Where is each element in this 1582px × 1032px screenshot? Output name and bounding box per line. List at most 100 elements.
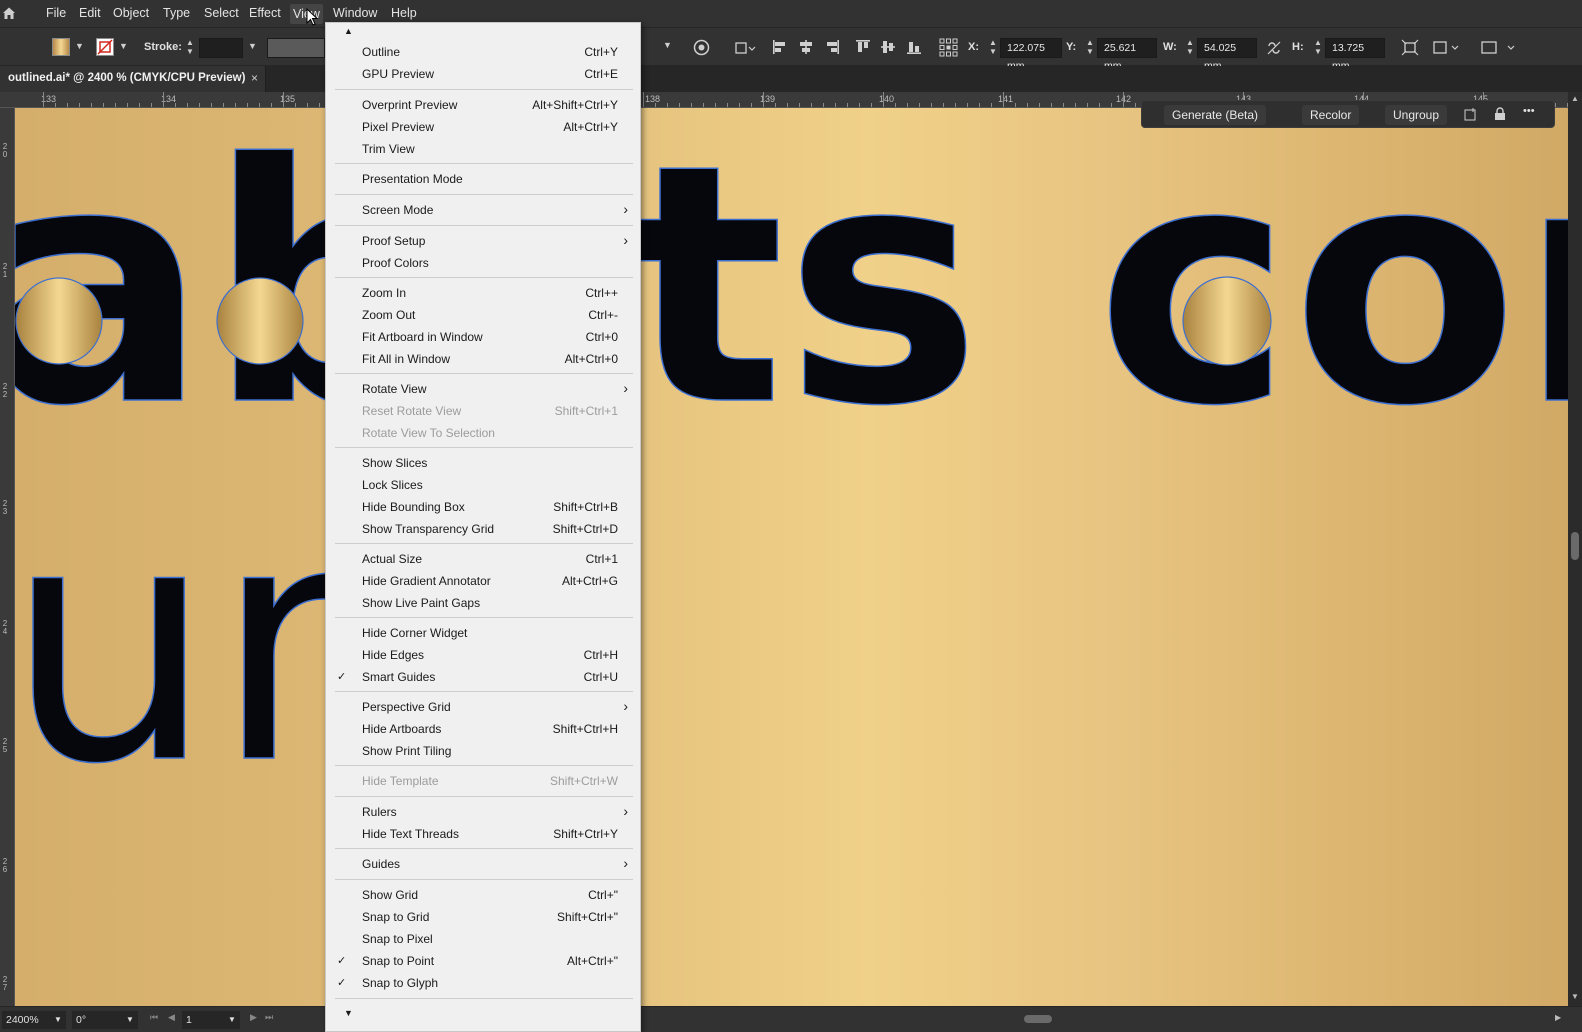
stroke-swatch[interactable] xyxy=(96,38,114,56)
first-artboard-icon[interactable]: ⏮ xyxy=(150,1012,158,1023)
w-input[interactable]: 54.025 mm xyxy=(1197,38,1257,72)
menu-item-rulers[interactable]: Rulers › xyxy=(326,801,642,823)
menu-item-rotate-view[interactable]: Rotate View › xyxy=(326,378,642,400)
menu-item-perspective-grid[interactable]: Perspective Grid › xyxy=(326,696,642,718)
w-stepper[interactable]: ▲ ▼ xyxy=(1185,38,1195,58)
rotation-field[interactable]: 0° ▼ xyxy=(72,1011,138,1029)
menu-item-show-print-tiling[interactable]: Show Print Tiling xyxy=(326,740,642,762)
artboard-canvas[interactable]: ab ts cont um xyxy=(15,108,1568,1006)
menu-help[interactable]: Help xyxy=(391,6,417,20)
chevron-down-icon[interactable]: ▼ xyxy=(248,41,257,51)
variable-width-dropdown[interactable] xyxy=(267,38,325,58)
recolor-artwork-icon[interactable] xyxy=(693,39,710,56)
menu-item-hide-edges[interactable]: Hide Edges Ctrl+H xyxy=(326,644,642,666)
zoom-level-field[interactable]: 2400% ▼ xyxy=(2,1011,66,1029)
chevron-down-icon[interactable]: ▼ xyxy=(75,41,84,51)
chevron-down-icon[interactable]: ▼ xyxy=(228,1011,236,1029)
chevron-down-icon[interactable]: ▼ xyxy=(54,1011,62,1029)
outlined-artwork[interactable]: ab ts cont um xyxy=(15,108,1568,1006)
menu-item-trim-view[interactable]: Trim View xyxy=(326,138,642,160)
menu-item-show-grid[interactable]: Show Grid Ctrl+" xyxy=(326,884,642,906)
ungroup-button[interactable]: Ungroup xyxy=(1385,105,1448,125)
constrain-proportions-icon[interactable] xyxy=(1266,40,1282,56)
menu-item-outline[interactable]: Outline Ctrl+Y xyxy=(326,41,642,63)
chevron-down-icon[interactable]: ▼ xyxy=(663,40,672,50)
menu-item-show-transparency-grid[interactable]: Show Transparency Grid Shift+Ctrl+D xyxy=(326,518,642,540)
menu-item-guides[interactable]: Guides › xyxy=(326,853,642,875)
menu-item-screen-mode[interactable]: Screen Mode › xyxy=(326,199,642,221)
generate-button[interactable]: Generate (Beta) xyxy=(1164,105,1267,125)
h-stepper[interactable]: ▲ ▼ xyxy=(1313,38,1323,58)
menu-item-smart-guides[interactable]: ✓ Smart Guides Ctrl+U xyxy=(326,666,642,688)
menu-item-hide-artboards[interactable]: Hide Artboards Shift+Ctrl+H xyxy=(326,718,642,740)
x-stepper[interactable]: ▲ ▼ xyxy=(988,38,998,58)
more-options-icon[interactable]: ••• xyxy=(1523,105,1535,117)
reference-point-icon[interactable] xyxy=(939,38,958,57)
menu-item-show-slices[interactable]: Show Slices xyxy=(326,452,642,474)
menu-scroll-down-icon[interactable]: ▼ xyxy=(344,1008,353,1018)
menu-object[interactable]: Object xyxy=(113,6,149,20)
artwork-text-line1-right[interactable]: ts cont xyxy=(626,108,1568,479)
h-input[interactable]: 13.725 mm xyxy=(1325,38,1385,72)
menu-window[interactable]: Window xyxy=(333,6,377,20)
horizontal-scroll-thumb[interactable] xyxy=(1024,1015,1052,1023)
menu-item-hide-bounding-box[interactable]: Hide Bounding Box Shift+Ctrl+B xyxy=(326,496,642,518)
menu-item-proof-setup[interactable]: Proof Setup › xyxy=(326,230,642,252)
align-right-icon[interactable] xyxy=(824,39,840,55)
menu-item-gpu-preview[interactable]: GPU Preview Ctrl+E xyxy=(326,63,642,85)
menu-item-hide-gradient-annotator[interactable]: Hide Gradient Annotator Alt+Ctrl+G xyxy=(326,570,642,592)
recolor-button[interactable]: Recolor xyxy=(1302,105,1360,125)
home-icon[interactable] xyxy=(2,6,16,20)
chevron-down-icon[interactable]: ▼ xyxy=(119,41,128,51)
align-bottom-icon[interactable] xyxy=(906,39,922,55)
menu-item-pixel-preview[interactable]: Pixel Preview Alt+Ctrl+Y xyxy=(326,116,642,138)
vertical-scrollbar[interactable]: ▲ ▼ xyxy=(1568,92,1582,1006)
horizontal-scrollbar[interactable] xyxy=(640,1013,1550,1025)
menu-scroll-up-icon[interactable]: ▲ xyxy=(344,26,353,36)
x-input[interactable]: 122.075 mm xyxy=(1000,38,1062,72)
fill-swatch[interactable] xyxy=(52,38,70,56)
stroke-weight-input[interactable] xyxy=(199,38,243,58)
menu-edit[interactable]: Edit xyxy=(79,6,101,20)
menu-item-actual-size[interactable]: Actual Size Ctrl+1 xyxy=(326,548,642,570)
menu-type[interactable]: Type xyxy=(163,6,190,20)
stroke-stepper[interactable]: ▲ ▼ xyxy=(185,38,195,58)
menu-item-show-live-paint-gaps[interactable]: Show Live Paint Gaps xyxy=(326,592,642,614)
artboard-navigator[interactable]: 1 ▼ xyxy=(182,1011,240,1029)
menu-item-hide-text-threads[interactable]: Hide Text Threads Shift+Ctrl+Y xyxy=(326,823,642,845)
align-to-icon[interactable] xyxy=(734,39,756,56)
menu-item-proof-colors[interactable]: Proof Colors xyxy=(326,252,642,274)
scroll-up-icon[interactable]: ▲ xyxy=(1571,94,1579,103)
add-icon[interactable] xyxy=(1464,107,1478,121)
menu-file[interactable]: File xyxy=(46,6,66,20)
close-icon[interactable]: × xyxy=(251,71,258,85)
menu-item-snap-to-point[interactable]: ✓ Snap to Point Alt+Ctrl+" xyxy=(326,950,642,972)
scroll-right-icon[interactable]: ▶ xyxy=(1555,1013,1561,1022)
lock-icon[interactable] xyxy=(1493,107,1507,121)
align-left-icon[interactable] xyxy=(772,39,788,55)
y-input[interactable]: 25.621 mm xyxy=(1097,38,1157,72)
shape-options-icon[interactable] xyxy=(1432,39,1462,56)
menu-item-hide-corner-widget[interactable]: Hide Corner Widget xyxy=(326,622,642,644)
menu-item-snap-to-grid[interactable]: Snap to Grid Shift+Ctrl+" xyxy=(326,906,642,928)
menu-item-zoom-out[interactable]: Zoom Out Ctrl+- xyxy=(326,304,642,326)
menu-item-overprint-preview[interactable]: Overprint Preview Alt+Shift+Ctrl+Y xyxy=(326,94,642,116)
y-stepper[interactable]: ▲ ▼ xyxy=(1085,38,1095,58)
transform-icon[interactable] xyxy=(1401,39,1419,56)
align-top-icon[interactable] xyxy=(855,39,871,55)
scroll-down-icon[interactable]: ▼ xyxy=(1571,992,1579,1001)
menu-item-presentation-mode[interactable]: Presentation Mode xyxy=(326,168,642,190)
menu-item-fit-artboard[interactable]: Fit Artboard in Window Ctrl+0 xyxy=(326,326,642,348)
vertical-ruler[interactable]: 2 0 2 1 2 2 2 3 2 4 2 5 2 6 2 7 xyxy=(0,108,15,1006)
align-vertical-center-icon[interactable] xyxy=(880,39,896,55)
chevron-down-icon[interactable]: ▼ xyxy=(126,1011,134,1029)
menu-item-snap-to-glyph[interactable]: ✓ Snap to Glyph xyxy=(326,972,642,994)
document-tab[interactable]: outlined.ai* @ 2400 % (CMYK/CPU Preview)… xyxy=(0,66,266,92)
menu-select[interactable]: Select xyxy=(204,6,239,20)
menu-effect[interactable]: Effect xyxy=(249,6,281,20)
previous-artboard-icon[interactable]: ◀ xyxy=(168,1012,175,1023)
menu-item-fit-all[interactable]: Fit All in Window Alt+Ctrl+0 xyxy=(326,348,642,370)
align-horizontal-center-icon[interactable] xyxy=(798,39,814,55)
next-artboard-icon[interactable]: ▶ xyxy=(250,1012,257,1023)
menu-item-lock-slices[interactable]: Lock Slices xyxy=(326,474,642,496)
